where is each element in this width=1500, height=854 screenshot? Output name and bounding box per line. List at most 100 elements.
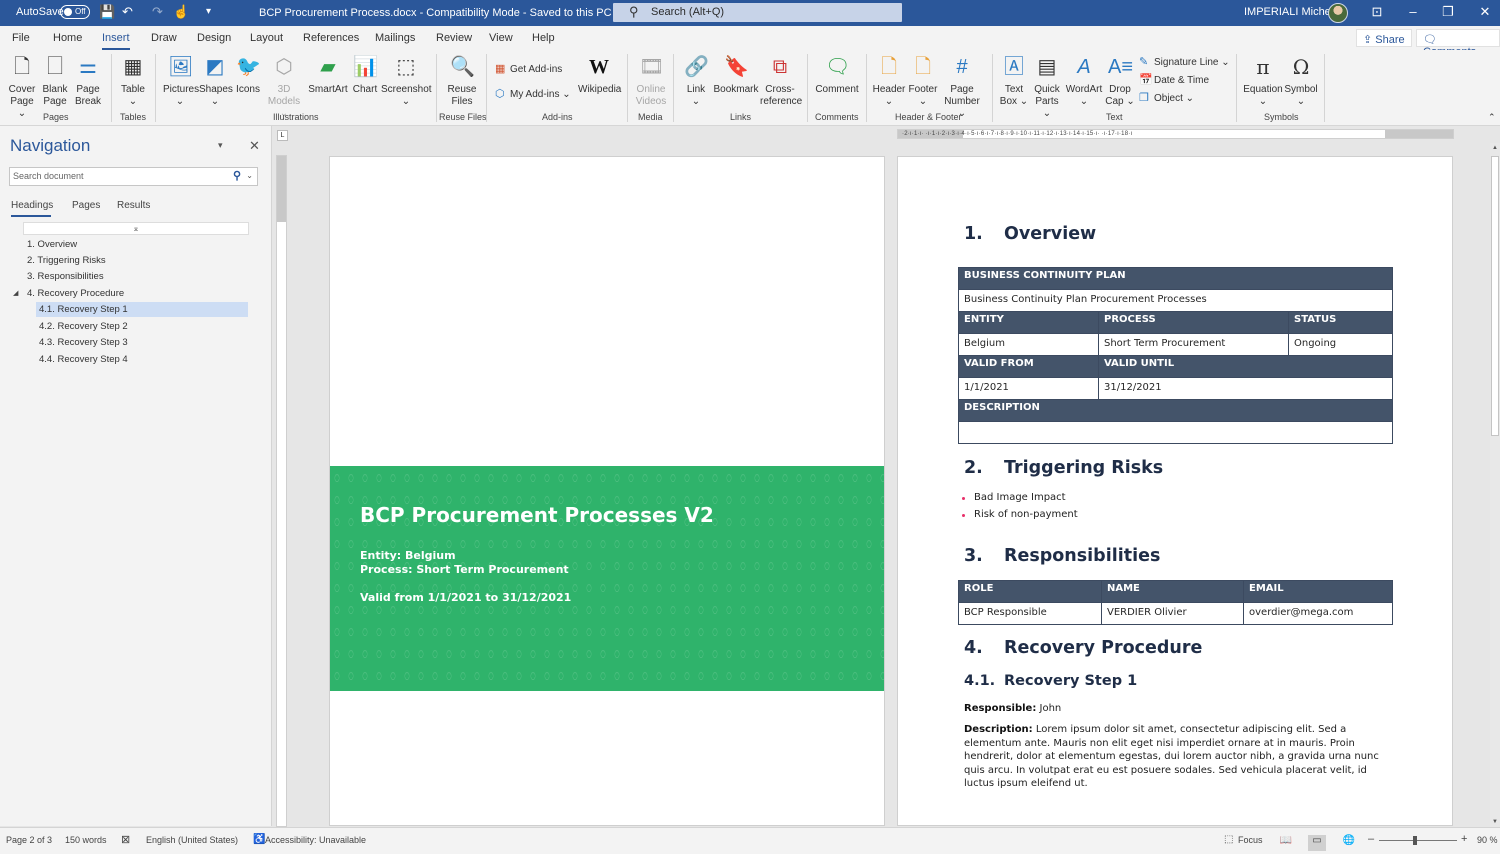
equation-button[interactable]: π Equation ⌄ bbox=[1243, 54, 1283, 108]
3d-models-button[interactable]: ⬡ 3D Models ⌄ bbox=[266, 54, 302, 120]
page-count[interactable]: Page 2 of 3 bbox=[6, 835, 52, 845]
table-cell[interactable]: Short Term Procurement bbox=[1098, 333, 1289, 356]
tab-mailings[interactable]: Mailings bbox=[375, 32, 415, 44]
tab-help[interactable]: Help bbox=[532, 32, 555, 44]
date-time-button[interactable]: 📅Date & Time bbox=[1139, 73, 1209, 86]
tab-layout[interactable]: Layout bbox=[250, 32, 283, 44]
responsible-paragraph[interactable]: Responsible: John bbox=[964, 702, 1384, 716]
table-button[interactable]: ▦ Table ⌄ bbox=[118, 54, 148, 108]
tab-review[interactable]: Review bbox=[436, 32, 472, 44]
scrollbar-thumb[interactable] bbox=[1491, 156, 1499, 436]
focus-button[interactable]: Focus bbox=[1238, 835, 1263, 845]
autosave-toggle[interactable]: Off bbox=[60, 5, 90, 19]
user-name[interactable]: IMPERIALI Michele bbox=[1244, 6, 1339, 18]
nav-tab-headings[interactable]: Headings bbox=[11, 200, 53, 211]
zoom-out-icon[interactable]: – bbox=[1368, 833, 1374, 845]
avatar[interactable] bbox=[1328, 3, 1348, 23]
nav-tab-pages[interactable]: Pages bbox=[72, 200, 100, 211]
zoom-slider[interactable] bbox=[1379, 840, 1457, 841]
online-videos-button[interactable]: 🎞 Online Videos bbox=[634, 54, 668, 108]
text-box-button[interactable]: 🄰 Text Box ⌄ bbox=[999, 54, 1029, 108]
blank-page-button[interactable]: 🗌 Blank Page bbox=[40, 54, 70, 108]
search-document-input[interactable]: Search document ⚲ ⌄ bbox=[9, 167, 258, 186]
object-button[interactable]: ❐ Object ⌄ bbox=[1139, 91, 1194, 104]
description-paragraph[interactable]: Description: Lorem ipsum dolor sit amet,… bbox=[964, 723, 1384, 791]
table-cell[interactable]: Business Continuity Plan Procurement Pro… bbox=[958, 289, 1393, 312]
page-2[interactable]: 1. Overview BUSINESS CONTINUITY PLAN Busi… bbox=[897, 156, 1453, 826]
tab-file[interactable]: File bbox=[12, 32, 30, 44]
pictures-button[interactable]: 🖼 Pictures ⌄ bbox=[163, 54, 199, 108]
page-1[interactable]: BCP Procurement Processes V2 Entity: Bel… bbox=[329, 156, 885, 826]
close-pane-icon[interactable]: ✕ bbox=[249, 138, 260, 154]
list-item[interactable]: Bad Image Impact bbox=[962, 492, 1066, 503]
header-button[interactable]: 🗋 Header ⌄ bbox=[872, 54, 906, 108]
tab-draw[interactable]: Draw bbox=[151, 32, 177, 44]
footer-button[interactable]: 🗋 Footer ⌄ bbox=[907, 54, 939, 108]
new-comment-button[interactable]: 🗨 Comment bbox=[814, 54, 860, 96]
get-addins-button[interactable]: ▦ Get Add-ins bbox=[495, 62, 562, 75]
pane-options-icon[interactable]: ▾ bbox=[218, 140, 223, 151]
vertical-ruler[interactable] bbox=[276, 155, 287, 827]
tab-selector[interactable]: L bbox=[277, 130, 288, 141]
wordart-button[interactable]: A WordArt ⌄ bbox=[1064, 54, 1104, 108]
print-layout-icon[interactable]: ▭ bbox=[1308, 835, 1326, 851]
tab-design[interactable]: Design bbox=[197, 32, 231, 44]
read-mode-icon[interactable]: 📖 bbox=[1277, 835, 1295, 851]
quick-parts-button[interactable]: ▤ Quick Parts ⌄ bbox=[1031, 54, 1063, 120]
proofing-icon[interactable]: ⊠ bbox=[121, 833, 130, 846]
save-icon[interactable]: 💾 bbox=[99, 4, 115, 20]
table-cell[interactable]: overdier@mega.com bbox=[1243, 602, 1393, 625]
nav-tab-results[interactable]: Results bbox=[117, 200, 150, 211]
scroll-up-icon[interactable]: ▲ bbox=[1490, 145, 1500, 151]
customize-qat-icon[interactable]: ▾ bbox=[206, 6, 211, 17]
page-number-button[interactable]: # Page Number ⌄ bbox=[940, 54, 984, 120]
undo-icon[interactable]: ↶ bbox=[122, 4, 133, 20]
tab-view[interactable]: View bbox=[489, 32, 513, 44]
ribbon-display-icon[interactable]: ⊡ bbox=[1362, 4, 1392, 20]
chevron-down-icon[interactable]: ⌄ bbox=[246, 171, 253, 180]
icons-button[interactable]: 🐦 Icons bbox=[235, 54, 261, 96]
tab-insert[interactable]: Insert bbox=[102, 32, 130, 50]
bookmark-button[interactable]: 🔖 Bookmark bbox=[713, 54, 759, 96]
word-count[interactable]: 150 words bbox=[65, 835, 107, 845]
share-button[interactable]: ⇪ Share bbox=[1356, 29, 1412, 47]
minimize-icon[interactable]: – bbox=[1398, 4, 1428, 19]
table-cell[interactable] bbox=[958, 421, 1393, 444]
heading-item[interactable]: 3. Responsibilities bbox=[24, 269, 104, 284]
symbol-button[interactable]: Ω Symbol ⌄ bbox=[1284, 54, 1318, 108]
cross-reference-button[interactable]: ⧉ Cross-reference bbox=[760, 54, 802, 108]
collapse-ribbon-icon[interactable]: ⌃ bbox=[1488, 112, 1496, 123]
table-cell[interactable]: 1/1/2021 bbox=[958, 377, 1099, 400]
heading-item[interactable]: 2. Triggering Risks bbox=[24, 253, 106, 268]
restore-icon[interactable]: ❐ bbox=[1433, 4, 1463, 20]
signature-line-button[interactable]: ✎ Signature Line ⌄ bbox=[1139, 55, 1230, 68]
heading-item[interactable]: 4. Recovery Procedure bbox=[24, 286, 124, 301]
cover-page-button[interactable]: 🗋 Cover Page ⌄ bbox=[6, 54, 38, 120]
screenshot-button[interactable]: ⬚ Screenshot ⌄ bbox=[381, 54, 432, 108]
close-icon[interactable]: ✕ bbox=[1470, 4, 1500, 20]
collapse-all-button[interactable]: ⌅ bbox=[23, 222, 249, 235]
shapes-button[interactable]: ◩ Shapes ⌄ bbox=[199, 54, 233, 108]
table-cell[interactable]: 31/12/2021 bbox=[1098, 377, 1393, 400]
table-cell[interactable]: Ongoing bbox=[1288, 333, 1393, 356]
web-layout-icon[interactable]: 🌐 bbox=[1340, 835, 1358, 851]
search-box[interactable]: ⚲ Search (Alt+Q) bbox=[613, 3, 902, 22]
list-item[interactable]: Risk of non-payment bbox=[962, 509, 1078, 520]
vertical-scrollbar[interactable]: ▲ ▼ bbox=[1490, 143, 1500, 827]
document-title[interactable]: BCP Procurement Process.docx - Compatibi… bbox=[259, 6, 624, 19]
wikipedia-button[interactable]: W Wikipedia bbox=[578, 54, 621, 96]
my-addins-button[interactable]: ⬡ My Add-ins ⌄ bbox=[495, 87, 571, 100]
comments-button[interactable]: 🗨 Comments bbox=[1416, 29, 1500, 58]
heading-item[interactable]: 1. Overview bbox=[24, 237, 77, 252]
table-cell[interactable]: VERDIER Olivier bbox=[1101, 602, 1244, 625]
touch-mode-icon[interactable]: ☝ bbox=[173, 4, 189, 20]
zoom-in-icon[interactable]: + bbox=[1461, 833, 1467, 845]
scroll-down-icon[interactable]: ▼ bbox=[1490, 819, 1500, 825]
table-cell[interactable]: Belgium bbox=[958, 333, 1099, 356]
heading-item[interactable]: 4.3. Recovery Step 3 bbox=[36, 335, 128, 350]
zoom-slider-thumb[interactable] bbox=[1413, 836, 1417, 845]
tab-references[interactable]: References bbox=[303, 32, 359, 44]
link-button[interactable]: 🔗 Link ⌄ bbox=[682, 54, 710, 108]
search-icon[interactable]: ⚲ bbox=[233, 169, 241, 182]
heading-item-selected[interactable]: 4.1. Recovery Step 1 bbox=[36, 302, 248, 317]
